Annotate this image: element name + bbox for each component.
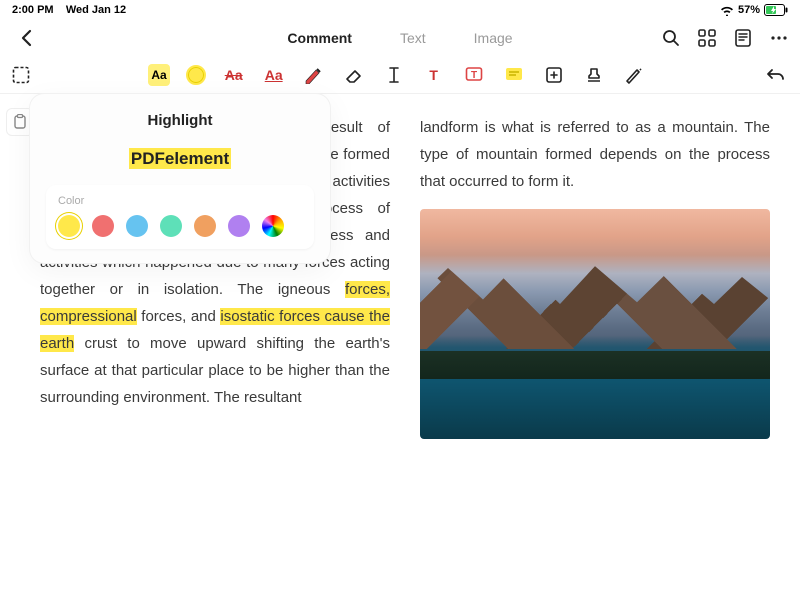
grid-view-icon[interactable] [698,29,716,47]
area-select-icon[interactable] [12,66,30,84]
swatch-purple[interactable] [228,215,250,237]
top-right-actions [662,29,788,47]
swatch-blue[interactable] [126,215,148,237]
highlight-color-button[interactable] [186,65,206,85]
color-swatches [58,215,302,237]
swatch-red[interactable] [92,215,114,237]
highlight-sample: PDFelement [46,149,314,169]
back-button[interactable] [12,24,40,52]
top-nav: Comment Text Image [0,20,800,56]
underline-tool[interactable]: Aa [262,63,286,87]
popover-title: Highlight [46,112,314,129]
text-cursor-tool[interactable] [382,63,406,87]
color-label: Color [58,195,302,207]
highlight-tool[interactable]: Aa [148,64,169,86]
status-date: Wed Jan 12 [66,4,126,16]
status-right: 57% [720,4,788,16]
undo-button[interactable] [764,63,788,87]
callout-tool[interactable]: T [462,63,486,87]
stamp-tool[interactable] [582,63,606,87]
reader-icon[interactable] [734,29,752,47]
color-picker-card: Color [46,185,314,249]
highlight-popover: Highlight PDFelement Color [30,94,330,263]
swatch-custom[interactable] [262,215,284,237]
status-bar: 2:00 PM Wed Jan 12 57% [0,0,800,20]
sticky-note-tool[interactable] [502,63,526,87]
text-segment: landform is what is referred to as a mou… [420,114,770,195]
textbox-tool[interactable]: T [422,63,446,87]
wifi-icon [720,5,734,16]
tab-comment[interactable]: Comment [287,30,352,46]
toolbar-tools: Aa Aa Aa T T [148,63,645,87]
strikethrough-tool[interactable]: Aa [222,63,246,87]
column-right[interactable]: landform is what is referred to as a mou… [420,114,770,599]
tab-text[interactable]: Text [400,30,426,46]
annotation-toolbar: Aa Aa Aa T T [0,56,800,94]
document-content: Mountains are the most prominent result … [0,94,800,599]
eraser-tool[interactable] [342,63,366,87]
mountain-image[interactable] [420,209,770,439]
svg-text:T: T [471,70,477,81]
swatch-yellow[interactable] [58,215,80,237]
search-icon[interactable] [662,29,680,47]
battery-icon [764,4,788,16]
tab-image[interactable]: Image [474,30,513,46]
status-time: 2:00 PM [12,4,54,16]
text-segment: crust to move upward shifting the earth'… [40,335,390,406]
swatch-teal[interactable] [160,215,182,237]
highlight-sample-text: PDFelement [129,148,231,169]
more-icon[interactable] [770,29,788,47]
battery-percent: 57% [738,4,760,16]
pen-tool[interactable] [302,63,326,87]
status-left: 2:00 PM Wed Jan 12 [12,4,126,16]
mode-tabs: Comment Text Image [287,30,512,46]
swatch-orange[interactable] [194,215,216,237]
text-segment: forces, and [137,308,221,325]
attachment-tool[interactable] [542,63,566,87]
signature-tool[interactable] [622,63,646,87]
